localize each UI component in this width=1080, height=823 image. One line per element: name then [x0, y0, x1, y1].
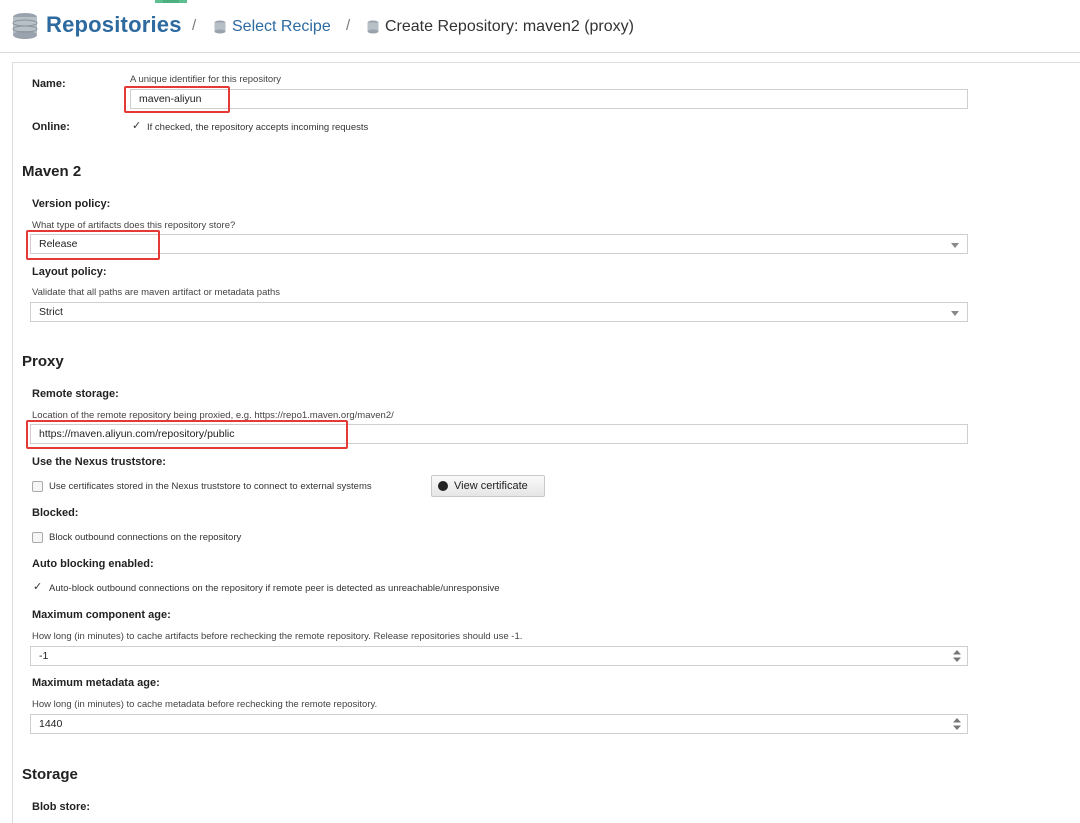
layout-policy-help: Validate that all paths are maven artifa…: [32, 287, 281, 298]
breadcrumb-current: Create Repository: maven2 (proxy): [385, 18, 634, 35]
online-checkbox[interactable]: ✓: [131, 120, 142, 133]
version-policy-select[interactable]: Release: [30, 234, 968, 254]
max-component-age-help: How long (in minutes) to cache artifacts…: [32, 631, 523, 642]
breadcrumb-select-recipe[interactable]: Select Recipe: [232, 18, 331, 36]
name-label: Name:: [32, 78, 66, 90]
database-icon: [214, 20, 226, 34]
blocked-checkbox[interactable]: [32, 532, 43, 543]
max-metadata-age-value: 1440: [39, 718, 63, 730]
version-policy-label: Version policy:: [32, 198, 111, 210]
view-certificate-label: View certificate: [454, 480, 528, 492]
view-certificate-button[interactable]: View certificate: [431, 475, 545, 497]
max-metadata-age-input[interactable]: 1440: [30, 714, 968, 734]
spinner-arrows-icon[interactable]: [953, 718, 961, 730]
section-storage: Storage: [22, 766, 78, 783]
page-header: Repositories / Select Recipe / Create Re…: [0, 0, 1080, 53]
highlight-box: [124, 86, 230, 113]
check-icon: ✓: [33, 581, 43, 593]
auto-blocking-checkbox[interactable]: ✓: [32, 581, 43, 594]
section-maven2: Maven 2: [22, 163, 82, 180]
blocked-text: Block outbound connections on the reposi…: [49, 532, 242, 543]
database-icon: [367, 20, 379, 34]
highlight-box: [26, 230, 160, 260]
max-metadata-age-help: How long (in minutes) to cache metadata …: [32, 699, 378, 710]
highlight-box: [26, 420, 348, 449]
layout-policy-select[interactable]: Strict: [30, 302, 968, 322]
max-component-age-input[interactable]: -1: [30, 646, 968, 666]
blocked-label: Blocked:: [32, 507, 79, 519]
truststore-text: Use certificates stored in the Nexus tru…: [49, 481, 372, 492]
max-component-age-value: -1: [39, 650, 49, 662]
max-metadata-age-label: Maximum metadata age:: [32, 677, 160, 689]
name-input[interactable]: maven-aliyun: [130, 89, 968, 109]
remote-storage-label: Remote storage:: [32, 388, 119, 400]
online-label: Online:: [32, 121, 70, 133]
section-proxy: Proxy: [22, 353, 64, 370]
certificate-icon: [438, 481, 448, 491]
chevron-down-icon: [951, 243, 959, 248]
page-title[interactable]: Repositories: [46, 12, 182, 38]
truststore-checkbox[interactable]: [32, 481, 43, 492]
truststore-label: Use the Nexus truststore:: [32, 456, 166, 468]
check-icon: ✓: [132, 120, 142, 132]
chevron-down-icon: [951, 311, 959, 316]
auto-blocking-label: Auto blocking enabled:: [32, 558, 154, 570]
layout-policy-value: Strict: [39, 306, 63, 318]
auto-blocking-text: Auto-block outbound connections on the r…: [49, 583, 500, 594]
blob-store-label: Blob store:: [32, 801, 91, 813]
layout-policy-label: Layout policy:: [32, 266, 107, 278]
spinner-arrows-icon[interactable]: [953, 650, 961, 662]
breadcrumb-separator: /: [346, 17, 351, 34]
name-help: A unique identifier for this repository: [130, 74, 282, 85]
max-component-age-label: Maximum component age:: [32, 609, 171, 621]
header-accent: [163, 0, 179, 3]
database-icon: [12, 13, 38, 39]
online-text: If checked, the repository accepts incom…: [147, 122, 369, 133]
breadcrumb-separator: /: [192, 17, 197, 34]
